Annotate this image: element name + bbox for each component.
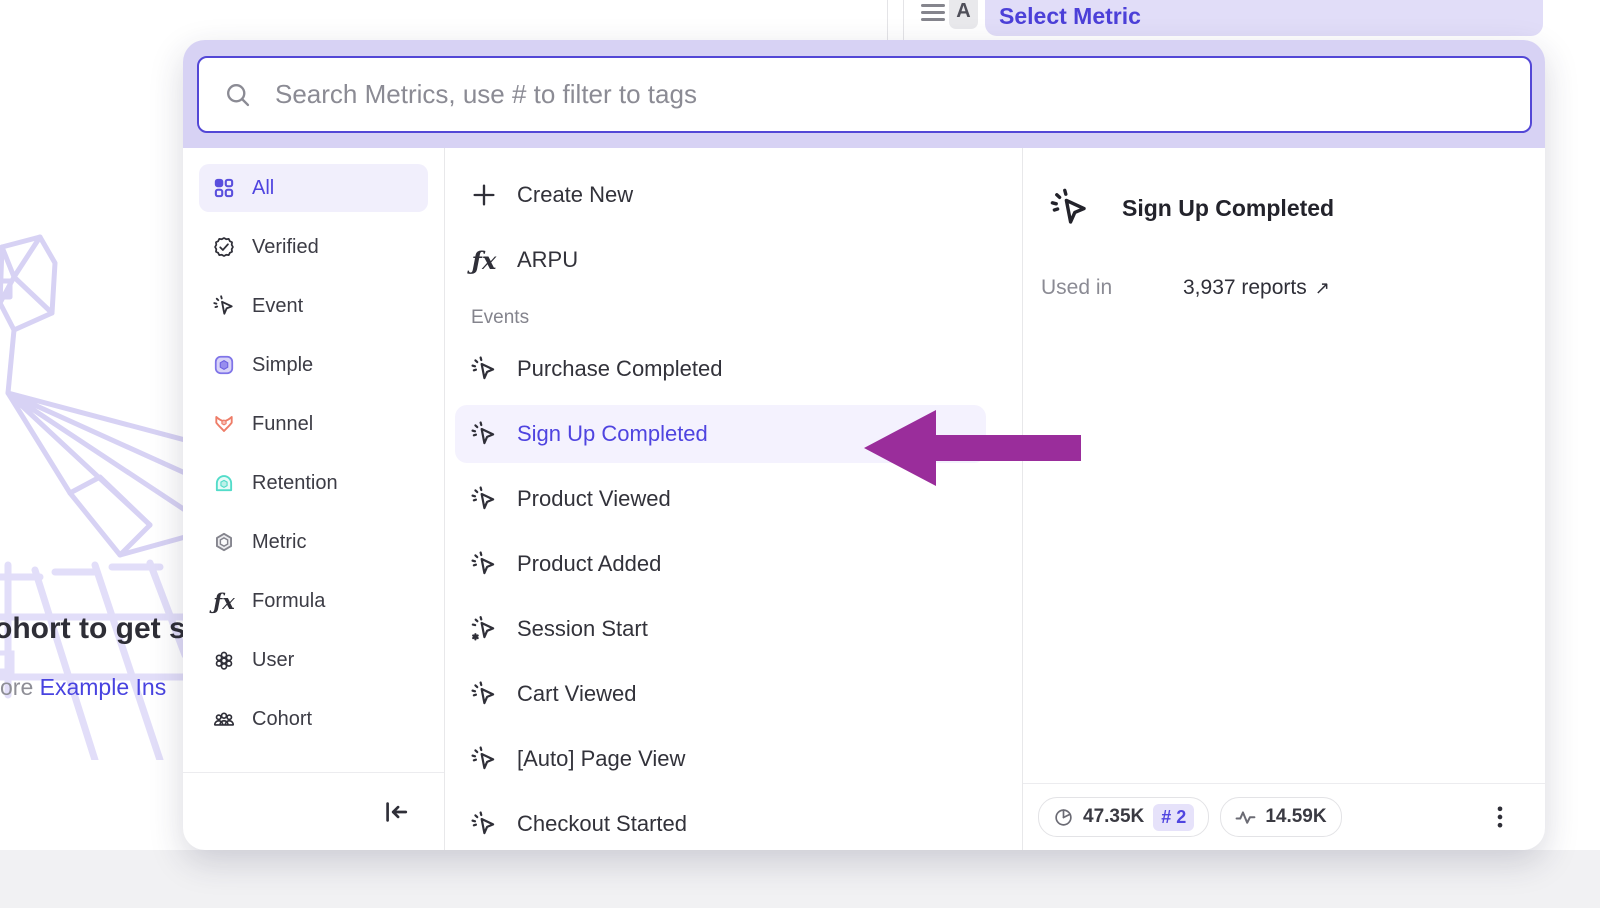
pulse-icon: [1235, 807, 1256, 828]
event-item-checkout-started[interactable]: Checkout Started: [455, 795, 1012, 850]
background-headline-fragment: ohort to get s: [0, 612, 186, 646]
search-section: [183, 40, 1545, 148]
events-section-header: Events: [455, 296, 1012, 340]
verified-seal-icon: [213, 236, 235, 258]
event-cursor-icon: [1050, 188, 1090, 228]
event-item-label: Checkout Started: [517, 811, 687, 837]
event-item-label: Cart Viewed: [517, 681, 636, 707]
screen: ohort to get s ore Example Ins A Select …: [0, 0, 1600, 908]
background-muted-fragment: ore: [0, 674, 40, 700]
list-item-label: ARPU: [517, 247, 578, 273]
sidebar-item-label: Formula: [252, 590, 325, 613]
retention-icon: [213, 472, 235, 494]
panel-divider: [887, 0, 888, 40]
example-insights-link[interactable]: Example Ins: [40, 674, 167, 700]
reports-count: 3,937 reports: [1183, 276, 1307, 300]
series-a-badge: A: [949, 0, 978, 29]
grid-icon: [213, 177, 235, 199]
reports-link[interactable]: 3,937 reports ↗: [1183, 276, 1330, 300]
event-item-product-added[interactable]: Product Added: [455, 535, 1012, 593]
metric-detail-panel: Sign Up Completed Used in 3,937 reports …: [1023, 148, 1545, 850]
stat-value: 47.35K: [1083, 806, 1144, 828]
plus-icon: [471, 182, 497, 208]
page-bottom-strip: [0, 850, 1600, 908]
event-item-label: Session Start: [517, 616, 648, 642]
sidebar-item-all[interactable]: All: [199, 164, 428, 212]
sidebar-item-label: Retention: [252, 472, 338, 495]
event-item-auto-page-view[interactable]: [Auto] Page View: [455, 730, 1012, 788]
formula-fx-icon: ƒx: [213, 589, 235, 614]
sidebar-item-user[interactable]: User: [199, 636, 428, 684]
simple-icon: [213, 354, 235, 376]
event-cursor-icon: [471, 746, 497, 772]
external-link-arrow-icon: ↗: [1315, 278, 1330, 299]
event-item-label: Purchase Completed: [517, 356, 722, 382]
drag-handle-icon[interactable]: [921, 4, 945, 22]
sidebar-item-label: Verified: [252, 236, 319, 259]
sidebar-item-label: Funnel: [252, 413, 313, 436]
sidebar-item-formula[interactable]: ƒx Formula: [199, 577, 428, 625]
sidebar-item-cohort[interactable]: Cohort: [199, 695, 428, 743]
annotation-arrow: [858, 405, 1083, 495]
event-item-session-start[interactable]: Session Start: [455, 600, 1012, 658]
event-item-purchase-completed[interactable]: Purchase Completed: [455, 340, 1012, 398]
sidebar-item-funnel[interactable]: Funnel: [199, 400, 428, 448]
sidebar-item-event[interactable]: Event: [199, 282, 428, 330]
stat-pill-activity[interactable]: 14.59K: [1220, 797, 1341, 837]
select-metric-button[interactable]: Select Metric: [985, 0, 1543, 36]
formula-fx-icon: ƒx: [471, 246, 497, 275]
event-item-label: Product Viewed: [517, 486, 671, 512]
sidebar-item-label: Event: [252, 295, 303, 318]
event-cursor-icon: [471, 356, 497, 382]
event-cursor-star-icon: [471, 616, 497, 642]
create-new-button[interactable]: Create New: [455, 166, 1012, 224]
background-subtext: ore Example Ins: [0, 674, 166, 701]
stat-value: 14.59K: [1265, 806, 1326, 828]
event-item-cart-viewed[interactable]: Cart Viewed: [455, 665, 1012, 723]
sidebar-item-label: Simple: [252, 354, 313, 377]
detail-title: Sign Up Completed: [1122, 195, 1334, 222]
stat-pill-total[interactable]: 47.35K # 2: [1038, 797, 1209, 837]
list-item-arpu[interactable]: ƒx ARPU: [455, 231, 1012, 289]
sidebar-item-simple[interactable]: Simple: [199, 341, 428, 389]
event-item-label: [Auto] Page View: [517, 746, 685, 772]
used-in-row: Used in 3,937 reports ↗: [1041, 276, 1330, 300]
kebab-menu-icon[interactable]: [1488, 803, 1512, 831]
select-metric-label: Select Metric: [999, 0, 1141, 30]
used-in-label: Used in: [1041, 276, 1183, 300]
event-cursor-icon: [471, 551, 497, 577]
sidebar-item-label: User: [252, 649, 294, 672]
user-cluster-icon: [213, 649, 235, 671]
funnel-icon: [213, 413, 235, 435]
event-cursor-icon: [471, 681, 497, 707]
metric-hexagon-icon: [213, 531, 235, 553]
sidebar-footer: [183, 772, 444, 850]
metric-list: Create New ƒx ARPU Events Purchase Compl…: [445, 148, 1023, 850]
event-cursor-icon: [471, 486, 497, 512]
sidebar-item-label: Metric: [252, 531, 306, 554]
rank-chip: # 2: [1153, 804, 1194, 831]
sidebar-item-label: Cohort: [252, 708, 312, 731]
event-cursor-icon: [213, 295, 235, 317]
detail-header: Sign Up Completed: [1050, 188, 1334, 228]
cohort-people-icon: [213, 708, 235, 730]
search-input[interactable]: [273, 78, 1504, 111]
collapse-left-icon[interactable]: [382, 798, 410, 826]
search-box[interactable]: [197, 56, 1532, 133]
event-item-label: Product Added: [517, 551, 661, 577]
panel-divider: [903, 0, 904, 40]
event-cursor-icon: [471, 811, 497, 837]
pie-chart-icon: [1053, 807, 1074, 828]
sidebar-item-metric[interactable]: Metric: [199, 518, 428, 566]
event-item-label: Sign Up Completed: [517, 421, 708, 447]
sidebar-item-label: All: [252, 177, 274, 200]
detail-footer: 47.35K # 2 14.59K: [1023, 783, 1545, 850]
magnifier-icon: [225, 82, 251, 108]
category-sidebar: All Verified Event Simple Funnel: [183, 148, 445, 850]
sidebar-item-verified[interactable]: Verified: [199, 223, 428, 271]
event-cursor-icon: [471, 421, 497, 447]
create-new-label: Create New: [517, 182, 633, 208]
sidebar-item-retention[interactable]: Retention: [199, 459, 428, 507]
